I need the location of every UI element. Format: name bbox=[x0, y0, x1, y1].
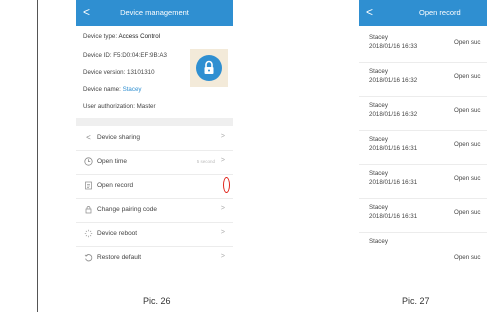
device-type-label: Device type: bbox=[83, 33, 118, 40]
record-status: Open suc bbox=[454, 107, 481, 114]
device-type-row: Device type: Access Control bbox=[83, 33, 160, 40]
header-bar: < Open record bbox=[359, 0, 487, 26]
reboot-icon bbox=[84, 229, 93, 238]
record-status: Open suc bbox=[454, 209, 481, 216]
device-name-label: Device name: bbox=[83, 86, 121, 93]
back-button[interactable]: < bbox=[366, 5, 373, 19]
device-name-value[interactable]: Stacey bbox=[123, 86, 142, 93]
record-user: Stacey bbox=[369, 204, 388, 211]
open-record-screen: < Open record Stacey 2018/01/16 16:33 Op… bbox=[359, 0, 487, 266]
record-row: Stacey 2018/01/16 16:32 Open suc bbox=[359, 96, 487, 131]
record-time: 2018/01/16 16:31 bbox=[369, 145, 418, 152]
record-status: Open suc bbox=[454, 254, 481, 261]
record-status: Open suc bbox=[454, 141, 481, 148]
share-icon: < bbox=[86, 133, 91, 142]
device-version: Device version: 13101310 bbox=[83, 69, 155, 76]
record-user: Stacey bbox=[369, 238, 388, 245]
user-authorization: User authorization: Master bbox=[83, 103, 156, 110]
caption-left: Pic. 26 bbox=[143, 296, 171, 306]
menu-label: Open time bbox=[97, 158, 127, 165]
record-icon bbox=[84, 181, 93, 190]
record-row: Stacey Open suc bbox=[359, 232, 487, 266]
menu-label: Device sharing bbox=[97, 134, 140, 141]
record-user: Stacey bbox=[369, 136, 388, 143]
page-title: Open record bbox=[419, 8, 461, 17]
lock-icon bbox=[84, 205, 93, 214]
open-time-value: 5 second bbox=[196, 159, 215, 164]
record-row: Stacey 2018/01/16 16:32 Open suc bbox=[359, 62, 487, 97]
menu-device-sharing[interactable]: < Device sharing > bbox=[76, 126, 233, 151]
menu-label: Change pairing code bbox=[97, 206, 157, 213]
lock-icon bbox=[196, 55, 222, 81]
device-management-screen: < Device management Device type: Access … bbox=[76, 0, 233, 266]
menu-open-time[interactable]: Open time 5 second > bbox=[76, 150, 233, 175]
clock-icon bbox=[84, 157, 93, 166]
menu-open-record[interactable]: Open record bbox=[76, 174, 233, 199]
record-status: Open suc bbox=[454, 73, 481, 80]
record-user: Stacey bbox=[369, 170, 388, 177]
record-row: Stacey 2018/01/16 16:31 Open suc bbox=[359, 130, 487, 165]
device-name-row[interactable]: Device name: Stacey bbox=[83, 86, 142, 93]
highlight-oval bbox=[223, 177, 230, 193]
chevron-right-icon: > bbox=[220, 229, 225, 236]
record-user: Stacey bbox=[369, 102, 388, 109]
record-status: Open suc bbox=[454, 39, 481, 46]
record-time: 2018/01/16 16:33 bbox=[369, 43, 418, 50]
chevron-right-icon: > bbox=[220, 253, 225, 260]
menu-label: Restore default bbox=[97, 254, 142, 261]
chevron-right-icon: > bbox=[220, 133, 225, 140]
menu-device-reboot[interactable]: Device reboot > bbox=[76, 222, 233, 247]
header-bar: < Device management bbox=[76, 0, 233, 26]
chevron-right-icon: > bbox=[220, 205, 225, 212]
menu-change-pairing-code[interactable]: Change pairing code > bbox=[76, 198, 233, 223]
record-time: 2018/01/16 16:32 bbox=[369, 77, 418, 84]
device-id: Device ID: F5:D0:04:EF:9B:A3 bbox=[83, 52, 167, 59]
record-time: 2018/01/16 16:31 bbox=[369, 213, 418, 220]
page-border-line bbox=[37, 0, 38, 312]
record-row: Stacey 2018/01/16 16:33 Open suc bbox=[359, 28, 487, 63]
section-divider bbox=[76, 118, 233, 126]
record-user: Stacey bbox=[369, 68, 388, 75]
restore-icon bbox=[84, 253, 93, 262]
menu-label: Device reboot bbox=[97, 230, 138, 237]
record-row: Stacey 2018/01/16 16:31 Open suc bbox=[359, 198, 487, 233]
page-title: Device management bbox=[120, 8, 189, 17]
record-row: Stacey 2018/01/16 16:31 Open suc bbox=[359, 164, 487, 199]
device-image bbox=[190, 49, 228, 87]
record-time: 2018/01/16 16:31 bbox=[369, 179, 418, 186]
device-type-value: Access Control bbox=[118, 33, 161, 40]
record-user: Stacey bbox=[369, 34, 388, 41]
menu-restore-default[interactable]: Restore default > bbox=[76, 246, 233, 266]
caption-right: Pic. 27 bbox=[402, 296, 430, 306]
menu-label: Open record bbox=[97, 182, 134, 189]
chevron-right-icon: > bbox=[220, 157, 225, 164]
record-time: 2018/01/16 16:32 bbox=[369, 111, 418, 118]
record-status: Open suc bbox=[454, 175, 481, 182]
